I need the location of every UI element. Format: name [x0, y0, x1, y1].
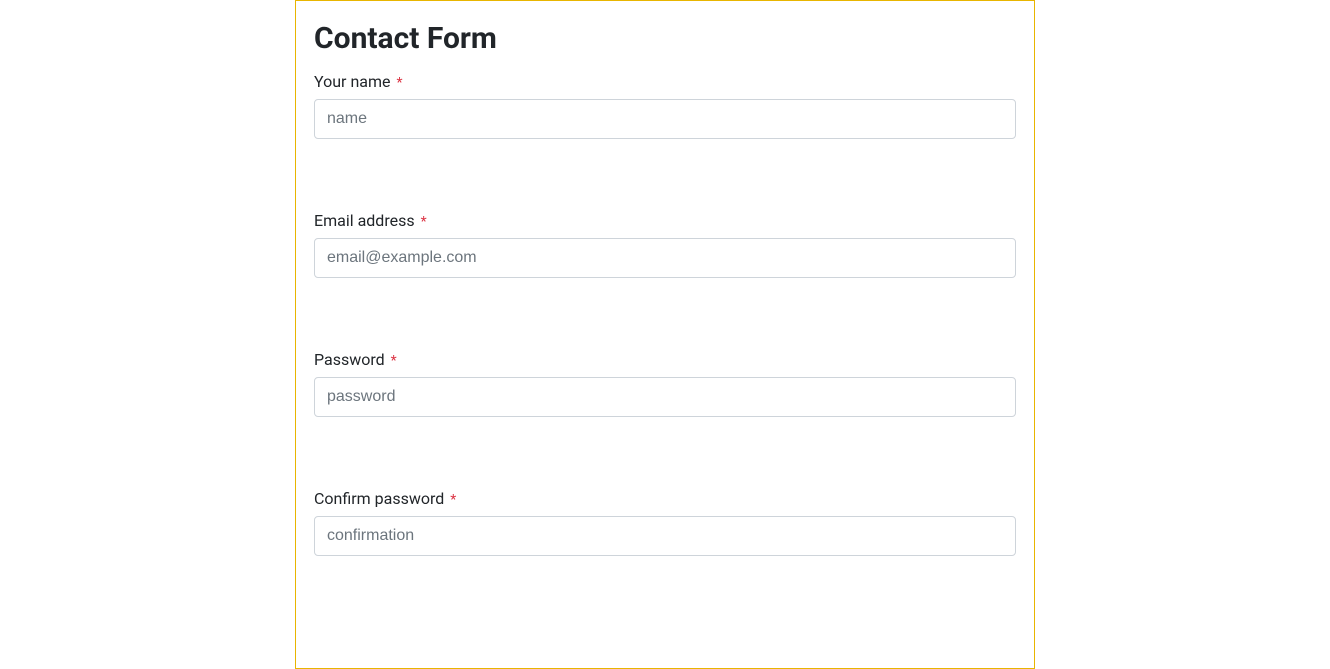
confirm-password-label: Confirm password *: [314, 489, 1016, 508]
confirm-password-input[interactable]: [314, 516, 1016, 556]
confirm-password-label-text: Confirm password: [314, 489, 444, 508]
required-star-icon: *: [421, 214, 427, 230]
required-star-icon: *: [450, 492, 456, 508]
required-star-icon: *: [391, 353, 397, 369]
name-label: Your name *: [314, 72, 1016, 91]
form-title: Contact Form: [314, 21, 1016, 56]
email-label-text: Email address: [314, 211, 415, 230]
password-label: Password *: [314, 350, 1016, 369]
email-input[interactable]: [314, 238, 1016, 278]
form-group-password: Password *: [314, 350, 1016, 417]
form-group-email: Email address *: [314, 211, 1016, 278]
required-star-icon: *: [396, 75, 402, 91]
email-label: Email address *: [314, 211, 1016, 230]
form-group-confirm-password: Confirm password *: [314, 489, 1016, 556]
name-label-text: Your name: [314, 72, 391, 91]
password-input[interactable]: [314, 377, 1016, 417]
name-input[interactable]: [314, 99, 1016, 139]
password-label-text: Password: [314, 350, 385, 369]
contact-form-container: Contact Form Your name * Email address *…: [295, 0, 1035, 669]
form-group-name: Your name *: [314, 72, 1016, 139]
